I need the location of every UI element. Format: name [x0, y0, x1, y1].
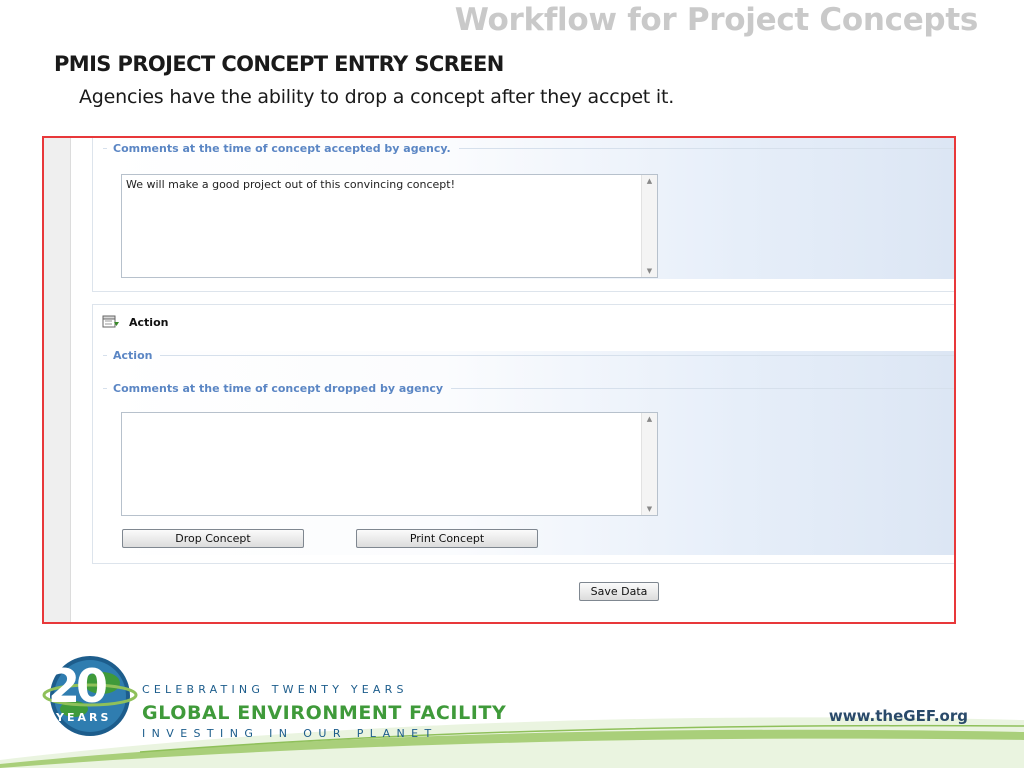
- accepted-comments-text: We will make a good project out of this …: [126, 178, 455, 191]
- action-panel-icon: [102, 315, 120, 329]
- gef-url[interactable]: www.theGEF.org: [829, 707, 968, 725]
- gef-celebrating-text: CELEBRATING TWENTY YEARS: [142, 683, 408, 696]
- screenshot-frame: Comments at the time of concept accepted…: [42, 136, 956, 624]
- action-panel: Action Action Comments at the time of co…: [92, 304, 954, 564]
- accepted-comments-textarea[interactable]: We will make a good project out of this …: [121, 174, 658, 278]
- slide-title: Workflow for Project Concepts: [454, 2, 979, 38]
- gef-org-name: GLOBAL ENVIRONMENT FACILITY: [142, 702, 507, 724]
- action-panel-title: Action: [129, 316, 169, 329]
- accepted-comments-panel: Comments at the time of concept accepted…: [92, 138, 954, 292]
- scroll-up-icon[interactable]: ▲: [642, 413, 657, 425]
- slide-heading: PMIS PROJECT CONCEPT ENTRY SCREEN: [54, 52, 504, 76]
- scroll-down-icon[interactable]: ▼: [642, 503, 657, 515]
- scroll-down-icon[interactable]: ▼: [642, 265, 657, 277]
- action-legend: Action: [113, 348, 153, 362]
- gef-tagline: INVESTING IN OUR PLANET: [142, 727, 438, 740]
- save-data-button[interactable]: Save Data: [579, 582, 659, 601]
- gef-logo: 20 YEARS: [40, 653, 138, 739]
- drop-concept-button[interactable]: Drop Concept: [122, 529, 304, 548]
- gef-logo-years: YEARS: [56, 711, 112, 724]
- scroll-up-icon[interactable]: ▲: [642, 175, 657, 187]
- print-concept-button[interactable]: Print Concept: [356, 529, 538, 548]
- dropped-comments-scrollbar[interactable]: ▲ ▼: [641, 413, 657, 515]
- slide-subtitle: Agencies have the ability to drop a conc…: [79, 86, 675, 108]
- gef-logo-number: 20: [48, 659, 108, 713]
- accepted-comments-legend: Comments at the time of concept accepted…: [113, 141, 451, 155]
- dropped-comments-textarea[interactable]: ▲ ▼: [121, 412, 658, 516]
- dropped-comments-legend: Comments at the time of concept dropped …: [113, 381, 444, 395]
- left-sidebar-strip: [44, 138, 71, 622]
- accepted-comments-scrollbar[interactable]: ▲ ▼: [641, 175, 657, 277]
